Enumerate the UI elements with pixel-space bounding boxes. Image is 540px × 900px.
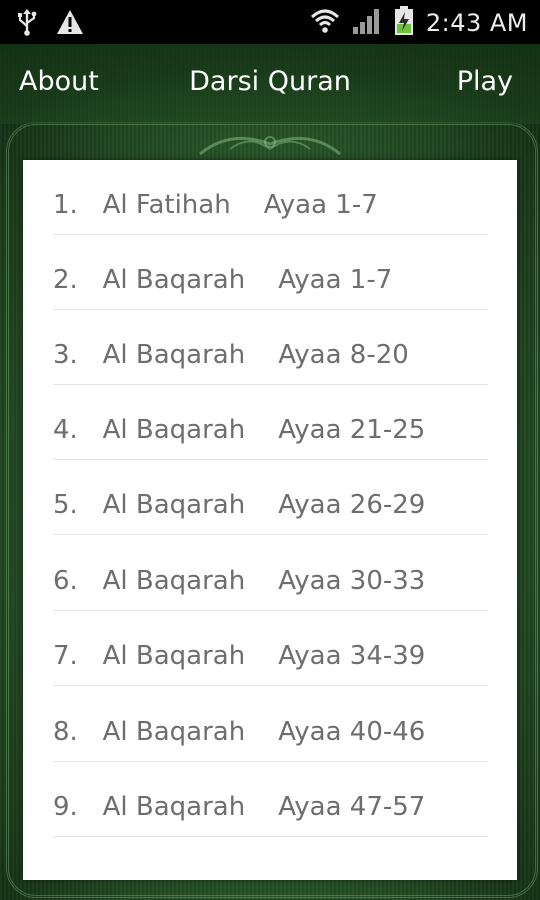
ornament-icon xyxy=(199,136,341,156)
list-item[interactable]: 2. Al Baqarah Ayaa 1-7 xyxy=(53,235,488,310)
lesson-list: 1. Al Fatihah Ayaa 1-7 2. Al Baqarah Aya… xyxy=(23,160,517,880)
list-item[interactable]: 9. Al Baqarah Ayaa 47-57 xyxy=(53,762,488,837)
list-item[interactable]: 6. Al Baqarah Ayaa 30-33 xyxy=(53,536,488,611)
list-item[interactable]: 4. Al Baqarah Ayaa 21-25 xyxy=(53,385,488,460)
list-item-label: 8. Al Baqarah Ayaa 40-46 xyxy=(53,717,426,747)
status-time: 2:43 AM xyxy=(425,9,528,37)
title-bar: About Darsi Quran Play xyxy=(0,44,540,124)
list-item[interactable]: 3. Al Baqarah Ayaa 8-20 xyxy=(53,310,488,385)
list-item[interactable]: 7. Al Baqarah Ayaa 34-39 xyxy=(53,611,488,686)
app-screen: About Darsi Quran Play 1. Al Fatihah Aya… xyxy=(0,44,540,900)
list-item-label: 1. Al Fatihah Ayaa 1-7 xyxy=(53,190,378,220)
warning-icon xyxy=(56,9,84,39)
list-item-label: 3. Al Baqarah Ayaa 8-20 xyxy=(53,340,409,370)
list-item[interactable]: 1. Al Fatihah Ayaa 1-7 xyxy=(53,160,488,235)
usb-icon xyxy=(16,8,38,40)
list-item-label: 5. Al Baqarah Ayaa 26-29 xyxy=(53,490,426,520)
list-item-label: 9. Al Baqarah Ayaa 47-57 xyxy=(53,792,426,822)
wifi-icon xyxy=(310,8,340,38)
play-button[interactable]: Play xyxy=(457,66,513,97)
notification-icons xyxy=(16,8,84,40)
battery-charging-icon xyxy=(394,6,414,40)
list-item[interactable]: 8. Al Baqarah Ayaa 40-46 xyxy=(53,687,488,762)
list-item-label: 7. Al Baqarah Ayaa 34-39 xyxy=(53,641,426,671)
list-item-label: 6. Al Baqarah Ayaa 30-33 xyxy=(53,566,426,596)
status-bar: 2:43 AM xyxy=(0,0,540,44)
system-icons: 2:43 AM xyxy=(310,6,528,40)
list-item-label: 2. Al Baqarah Ayaa 1-7 xyxy=(53,265,393,295)
list-item-label: 4. Al Baqarah Ayaa 21-25 xyxy=(53,415,426,445)
signal-icon xyxy=(352,7,382,39)
list-item[interactable]: 5. Al Baqarah Ayaa 26-29 xyxy=(53,460,488,535)
